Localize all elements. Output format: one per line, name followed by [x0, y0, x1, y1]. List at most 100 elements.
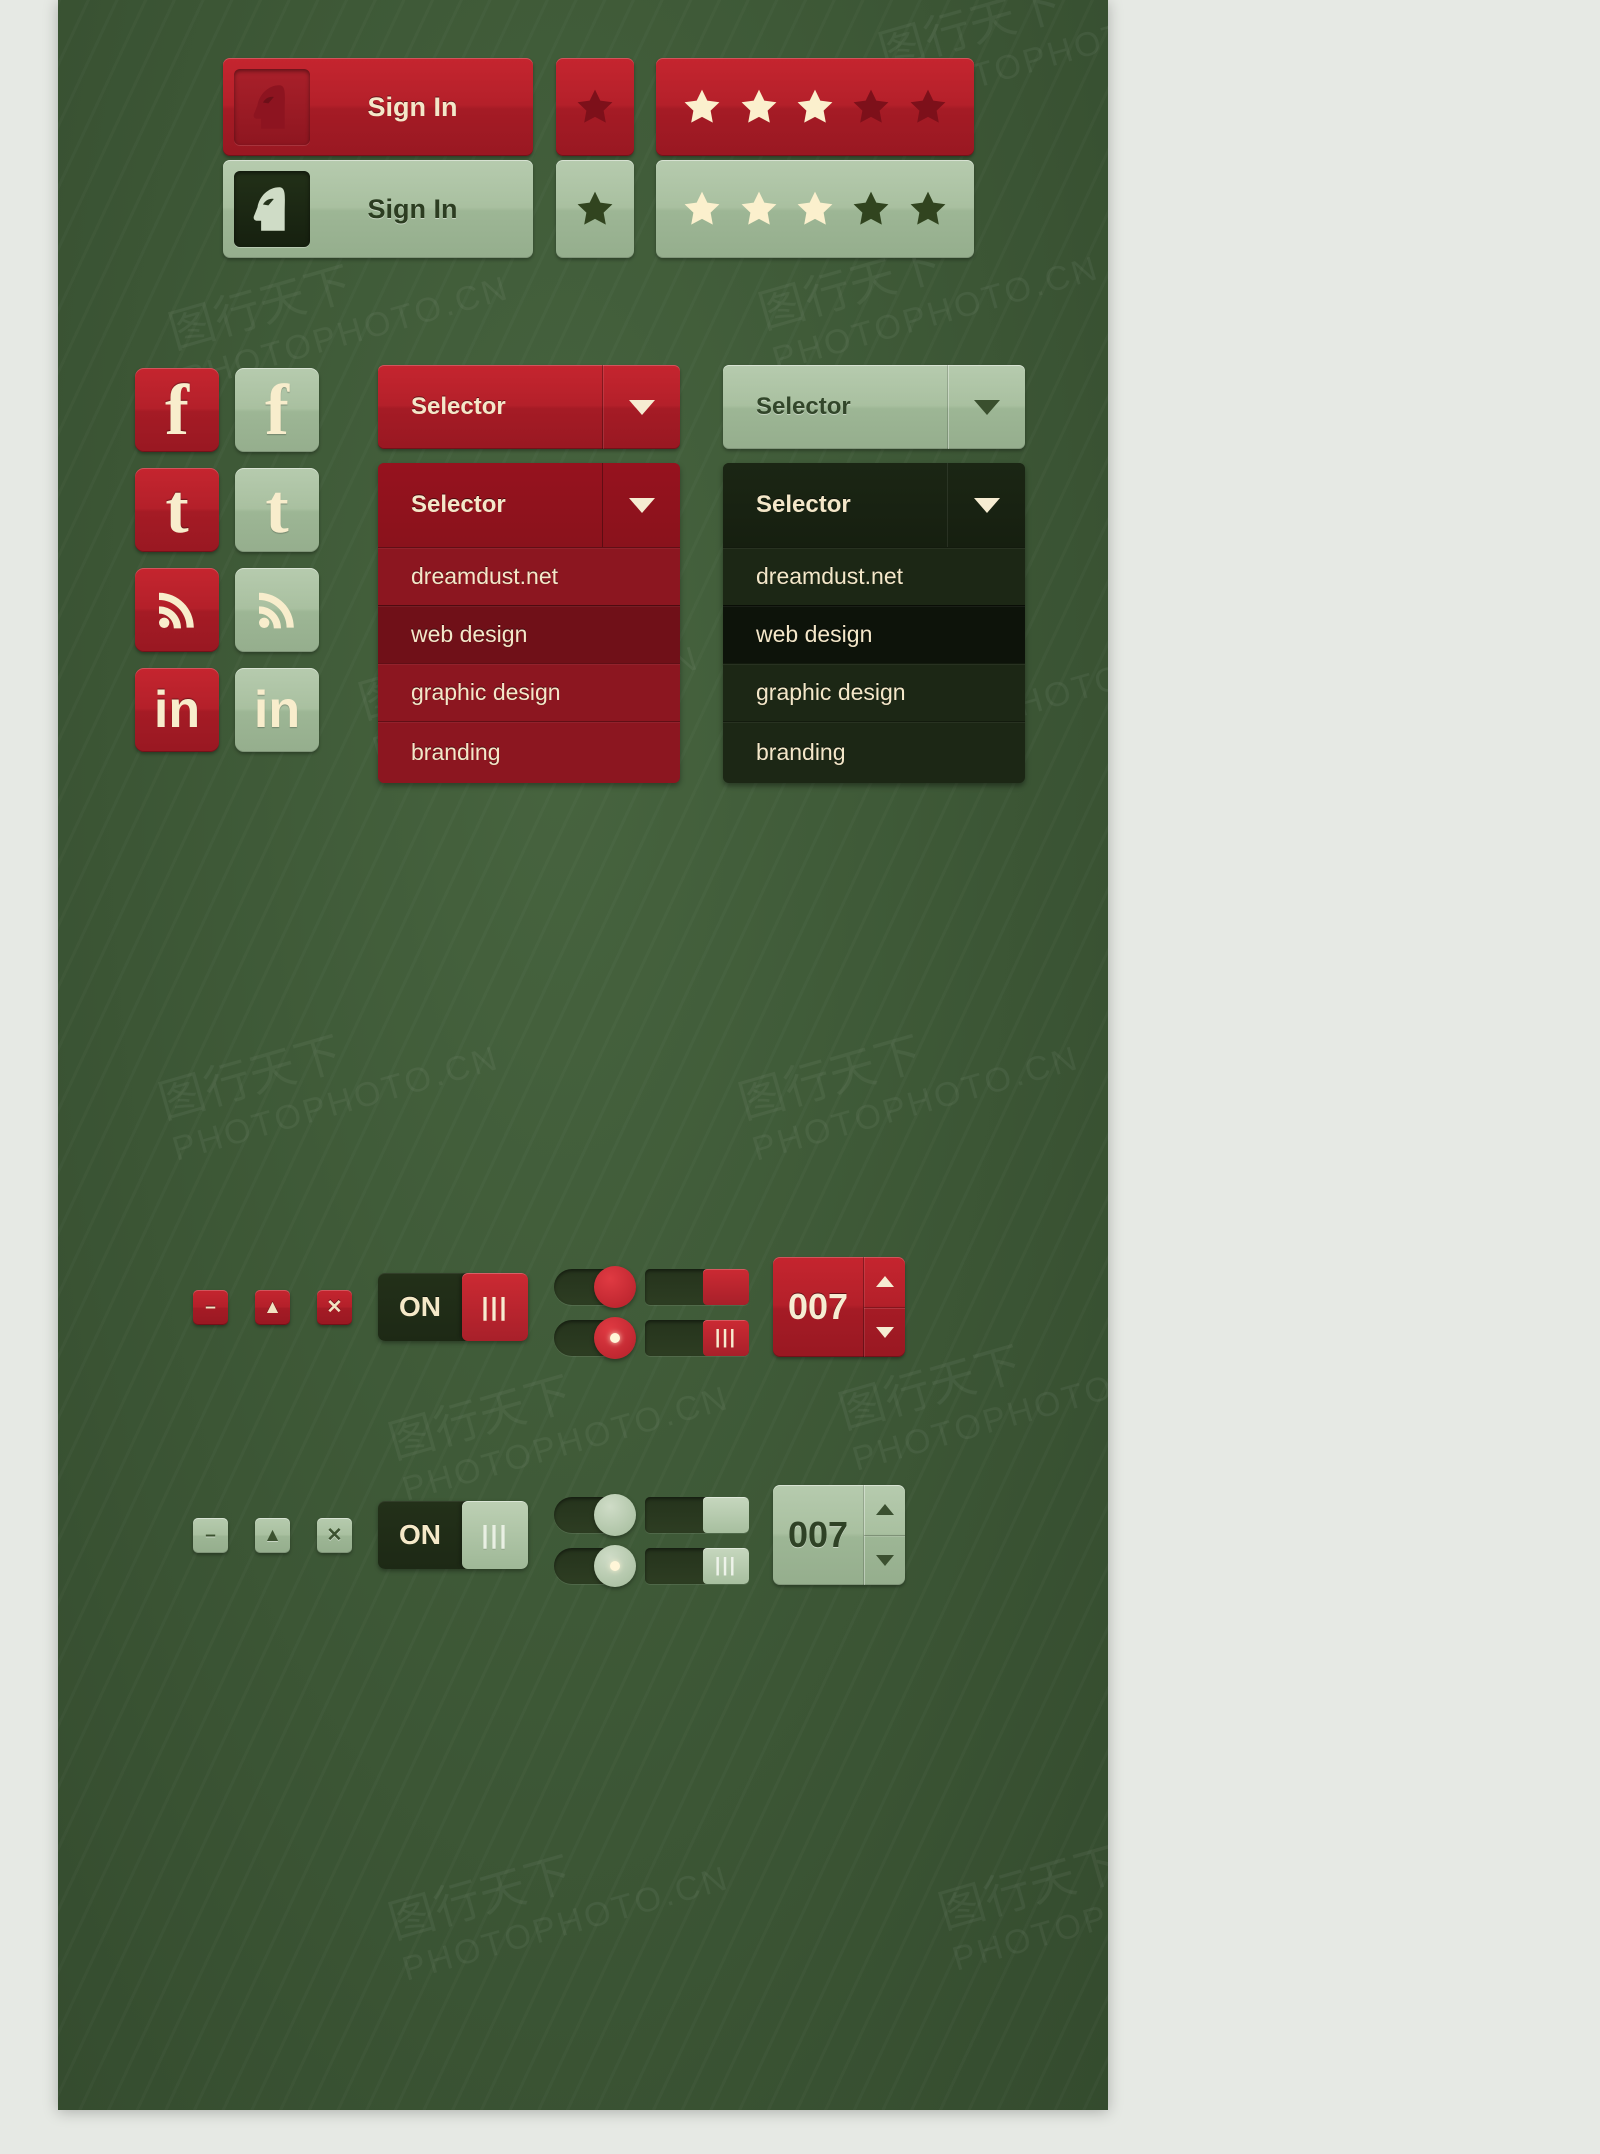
rss-icon — [259, 592, 294, 629]
caret-up-icon: ▲ — [263, 1297, 282, 1318]
close-button-red[interactable]: ✕ — [317, 1290, 352, 1325]
caret-up-icon: ▲ — [263, 1525, 282, 1546]
triangle-down-icon[interactable] — [864, 1306, 905, 1358]
chevron-down-icon[interactable] — [602, 463, 680, 547]
watermark: 图行天下PHOTOPHOTO.CN — [932, 1836, 1108, 1979]
selector-red-closed[interactable]: Selector — [378, 365, 680, 449]
stepper-spinner[interactable] — [863, 1485, 905, 1585]
star-icon[interactable] — [679, 187, 725, 231]
toggle-handle[interactable]: ||| — [462, 1273, 528, 1341]
pill-toggle-led-icon[interactable] — [594, 1317, 636, 1359]
rss-icon — [159, 592, 194, 629]
star-icon[interactable] — [848, 187, 894, 231]
ui-kit-canvas: 图行天下 PHOTOPHOTO.CN 图行天下 PHOTOPHOTO.CN 图行天下… — [58, 0, 1108, 2110]
toggle-label: ON — [399, 1291, 441, 1322]
toggle-handle[interactable]: ||| — [462, 1501, 528, 1569]
star-icon — [577, 89, 613, 123]
list-item[interactable]: branding — [378, 721, 680, 783]
dropdown-header[interactable]: Selector — [723, 463, 1025, 547]
rating-bar-red[interactable] — [656, 58, 974, 156]
stepper-spinner[interactable] — [863, 1257, 905, 1357]
rect-switch-bars-green[interactable]: ||| — [645, 1548, 749, 1584]
rect-toggle-icon[interactable] — [703, 1497, 749, 1533]
watermark: 图行天下PHOTOPHOTO.CN — [732, 1026, 1084, 1169]
triangle-up-icon[interactable] — [864, 1485, 905, 1535]
selector-green-closed[interactable]: Selector — [723, 365, 1025, 449]
grip-lines-icon: ||| — [481, 1520, 509, 1549]
social-button-twitter-green[interactable]: t — [235, 468, 319, 552]
rect-toggle-icon[interactable] — [703, 1269, 749, 1305]
social-button-rss-red[interactable] — [135, 568, 219, 652]
star-button-green[interactable] — [556, 160, 634, 258]
minus-button-green[interactable]: – — [193, 1518, 228, 1553]
triangle-down-icon[interactable] — [864, 1534, 905, 1586]
watermark: 图行天下PHOTOPHOTO.CN — [382, 1846, 734, 1989]
star-icon[interactable] — [792, 85, 838, 129]
rect-switch-bars-red[interactable]: ||| — [645, 1320, 749, 1356]
rect-switch-red[interactable] — [645, 1269, 749, 1305]
star-icon — [577, 191, 613, 225]
star-icon[interactable] — [792, 187, 838, 231]
on-toggle-red[interactable]: ON ||| — [378, 1273, 528, 1341]
list-item[interactable]: dreamdust.net — [378, 547, 680, 605]
social-button-facebook-red[interactable]: f — [135, 368, 219, 452]
on-toggle-green[interactable]: ON ||| — [378, 1501, 528, 1569]
pill-switch-led-red[interactable] — [554, 1317, 636, 1359]
pill-toggle-icon[interactable] — [594, 1266, 636, 1308]
rect-switch-green[interactable] — [645, 1497, 749, 1533]
star-icon[interactable] — [736, 85, 782, 129]
sign-in-button-green[interactable]: Sign In — [223, 160, 533, 258]
minus-icon: – — [205, 1525, 216, 1546]
selector-label: Selector — [411, 491, 506, 518]
sign-in-label: Sign In — [367, 193, 458, 224]
chevron-down-icon[interactable] — [602, 365, 680, 449]
stepper-value: 007 — [787, 1514, 849, 1555]
close-button-green[interactable]: ✕ — [317, 1518, 352, 1553]
star-icon[interactable] — [736, 187, 782, 231]
knight-chess-horse-icon — [234, 69, 310, 145]
social-button-linkedin-green[interactable]: in — [235, 668, 319, 752]
minus-icon: – — [205, 1297, 216, 1318]
rating-bar-green[interactable] — [656, 160, 974, 258]
star-button-red[interactable] — [556, 58, 634, 156]
number-stepper-green[interactable]: 007 — [773, 1485, 905, 1585]
list-item[interactable]: web design — [723, 605, 1025, 663]
twitter-icon: t — [165, 471, 189, 548]
linkedin-icon: in — [153, 681, 201, 739]
star-icon[interactable] — [679, 85, 725, 129]
facebook-icon: f — [265, 370, 289, 450]
list-item[interactable]: dreamdust.net — [723, 547, 1025, 605]
star-icon[interactable] — [848, 85, 894, 129]
social-button-twitter-red[interactable]: t — [135, 468, 219, 552]
star-icon[interactable] — [905, 85, 951, 129]
chevron-down-icon[interactable] — [947, 463, 1025, 547]
social-button-facebook-green[interactable]: f — [235, 368, 319, 452]
pill-switch-led-green[interactable] — [554, 1545, 636, 1587]
sign-in-button-red[interactable]: Sign In — [223, 58, 533, 156]
dropdown-red-open[interactable]: Selector dreamdust.net web design graphi… — [378, 463, 680, 783]
list-item[interactable]: graphic design — [723, 663, 1025, 721]
dropdown-green-open[interactable]: Selector dreamdust.net web design graphi… — [723, 463, 1025, 783]
knight-chess-horse-icon — [234, 171, 310, 247]
rect-toggle-grip-icon[interactable]: ||| — [703, 1548, 749, 1584]
grip-lines-icon: ||| — [481, 1292, 509, 1321]
list-item[interactable]: graphic design — [378, 663, 680, 721]
triangle-up-icon[interactable] — [864, 1257, 905, 1307]
chevron-down-icon[interactable] — [947, 365, 1025, 449]
social-button-linkedin-red[interactable]: in — [135, 668, 219, 752]
list-item[interactable]: branding — [723, 721, 1025, 783]
pill-toggle-led-icon[interactable] — [594, 1545, 636, 1587]
pill-switch-red[interactable] — [554, 1266, 636, 1308]
star-icon[interactable] — [905, 187, 951, 231]
pill-toggle-icon[interactable] — [594, 1494, 636, 1536]
pill-switch-green[interactable] — [554, 1494, 636, 1536]
minus-button-red[interactable]: – — [193, 1290, 228, 1325]
dropdown-header[interactable]: Selector — [378, 463, 680, 547]
up-button-green[interactable]: ▲ — [255, 1518, 290, 1553]
list-item[interactable]: web design — [378, 605, 680, 663]
social-button-rss-green[interactable] — [235, 568, 319, 652]
up-button-red[interactable]: ▲ — [255, 1290, 290, 1325]
number-stepper-red[interactable]: 007 — [773, 1257, 905, 1357]
stepper-value: 007 — [787, 1286, 849, 1327]
rect-toggle-grip-icon[interactable]: ||| — [703, 1320, 749, 1356]
